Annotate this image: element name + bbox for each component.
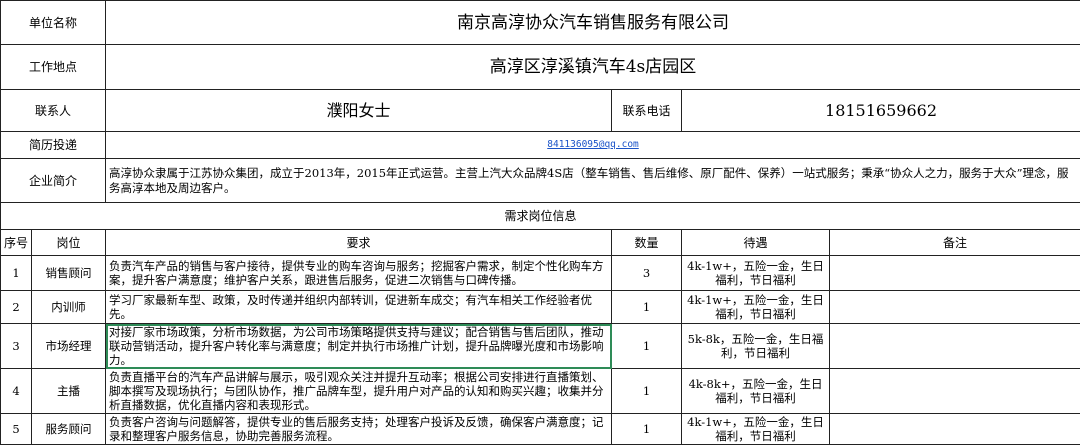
row-pay: 4k-1w+，五险一金，生日福利，节日福利 <box>681 255 831 291</box>
contact-label: 联系人 <box>0 89 107 132</box>
row-title: 销售顾问 <box>30 255 107 291</box>
work-location-row: 工作地点 高淳区淳溪镇汽车4s店园区 <box>0 44 1080 90</box>
row-notes <box>829 413 1080 445</box>
resume-email-link[interactable]: 841136095@qq.com <box>105 131 1080 159</box>
positions-section-title: 需求岗位信息 <box>0 202 1080 230</box>
row-pay: 5k-8k，五险一金，生日福利，节日福利 <box>681 323 831 369</box>
row-no: 1 <box>0 255 32 291</box>
row-title: 内训师 <box>30 290 107 324</box>
row-quantity: 1 <box>611 413 683 445</box>
work-location-label: 工作地点 <box>0 44 107 90</box>
row-notes <box>829 323 1080 369</box>
row-title: 服务顾问 <box>30 413 107 445</box>
header-requirements: 要求 <box>105 229 613 256</box>
row-notes <box>829 255 1080 291</box>
table-row: 5 服务顾问 负责客户咨询与问题解答，提供专业的售后服务支持；处理客户投诉及反馈… <box>0 413 1080 445</box>
table-row: 4 主播 负责直播平台的汽车产品讲解与展示，吸引观众关注并提升互动率；根据公司安… <box>0 368 1080 414</box>
row-requirements: 学习厂家最新车型、政策，及时传递并组织内部转训，促进新车成交；有汽车相关工作经验… <box>105 290 613 324</box>
row-requirements: 负责汽车产品的销售与客户接待，提供专业的购车咨询与服务；挖掘客户需求，制定个性化… <box>105 255 613 291</box>
row-no: 3 <box>0 323 32 369</box>
phone-number: 18151659662 <box>681 89 1080 132</box>
row-no: 4 <box>0 368 32 414</box>
resume-label: 简历投递 <box>0 131 107 159</box>
row-requirements: 负责客户咨询与问题解答，提供专业的售后服务支持；处理客户投诉及反馈，确保客户满意… <box>105 413 613 445</box>
row-no: 2 <box>0 290 32 324</box>
resume-row: 简历投递 841136095@qq.com <box>0 131 1080 159</box>
section-title-row: 需求岗位信息 <box>0 202 1080 230</box>
row-title: 主播 <box>30 368 107 414</box>
row-pay: 4k-8k+，五险一金，生日福利，节日福利 <box>681 368 831 414</box>
row-pay: 4k-1w+，五险一金，生日福利，节日福利 <box>681 413 831 445</box>
header-quantity: 数量 <box>611 229 683 256</box>
contact-person: 濮阳女士 <box>105 89 613 132</box>
header-pay: 待遇 <box>681 229 831 256</box>
header-title: 岗位 <box>30 229 107 256</box>
row-requirements[interactable]: 对接厂家市场政策，分析市场数据，为公司市场策略提供支持与建议；配合销售与售后团队… <box>105 323 613 369</box>
positions-header-row: 序号 岗位 要求 数量 待遇 备注 <box>0 229 1080 256</box>
row-quantity: 1 <box>611 368 683 414</box>
table-row: 1 销售顾问 负责汽车产品的销售与客户接待，提供专业的购车咨询与服务；挖掘客户需… <box>0 255 1080 291</box>
company-name-label: 单位名称 <box>0 0 107 45</box>
work-location: 高淳区淳溪镇汽车4s店园区 <box>105 44 1080 90</box>
header-no: 序号 <box>0 229 32 256</box>
row-quantity: 1 <box>611 290 683 324</box>
row-title: 市场经理 <box>30 323 107 369</box>
recruitment-table: 单位名称 南京高淳协众汽车销售服务有限公司 工作地点 高淳区淳溪镇汽车4s店园区… <box>0 0 1080 445</box>
row-requirements: 负责直播平台的汽车产品讲解与展示，吸引观众关注并提升互动率；根据公司安排进行直播… <box>105 368 613 414</box>
row-quantity: 1 <box>611 323 683 369</box>
row-notes <box>829 368 1080 414</box>
row-no: 5 <box>0 413 32 445</box>
company-name-row: 单位名称 南京高淳协众汽车销售服务有限公司 <box>0 0 1080 45</box>
table-row: 3 市场经理 对接厂家市场政策，分析市场数据，为公司市场策略提供支持与建议；配合… <box>0 323 1080 369</box>
company-name: 南京高淳协众汽车销售服务有限公司 <box>105 0 1080 45</box>
row-notes <box>829 290 1080 324</box>
contact-row: 联系人 濮阳女士 联系电话 18151659662 <box>0 89 1080 132</box>
row-pay: 4k-1w+，五险一金，生日福利，节日福利 <box>681 290 831 324</box>
intro-label: 企业简介 <box>0 158 107 203</box>
table-row: 2 内训师 学习厂家最新车型、政策，及时传递并组织内部转训，促进新车成交；有汽车… <box>0 290 1080 324</box>
phone-label: 联系电话 <box>611 89 683 132</box>
intro-row: 企业简介 高淳协众隶属于江苏协众集团，成立于2013年，2015年正式运营。主营… <box>0 158 1080 203</box>
row-quantity: 3 <box>611 255 683 291</box>
company-intro: 高淳协众隶属于江苏协众集团，成立于2013年，2015年正式运营。主营上汽大众品… <box>105 158 1080 203</box>
header-notes: 备注 <box>829 229 1080 256</box>
